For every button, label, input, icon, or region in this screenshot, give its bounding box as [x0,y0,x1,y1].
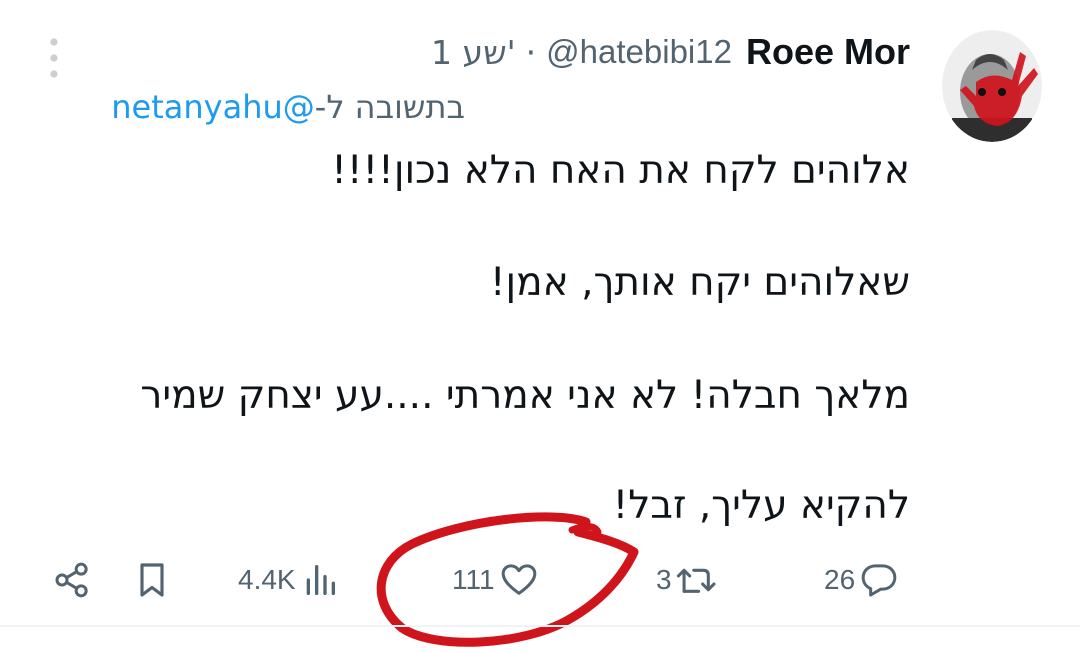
reply-mention[interactable]: @netanyahu [111,88,315,126]
views-count: 4.4K [238,564,296,595]
views-icon [306,565,335,595]
bookmark-button[interactable] [132,555,172,605]
tweet-text-line-4: להקיא עליך, זבל! [612,483,910,528]
retweet-icon [676,568,716,593]
replies-count: 26 [824,564,856,595]
retweet-button[interactable]: 3 [656,555,718,605]
tweet-text-line-1: אלוהים לקח את האח הלא נכון!!!! [331,148,910,193]
reply-prefix: בתשובה ל- [314,88,465,126]
likes-count: 111 [452,564,495,595]
heart-icon [501,564,536,595]
header-separator: · [525,32,537,72]
bookmark-icon [140,563,164,597]
avatar[interactable] [942,30,1042,142]
replying-to: בתשובה ל-@netanyahu [111,88,465,126]
tweet-text-line-3: מלאך חבלה! לא אני אמרתי ....עע יצחק שמיר [140,373,910,418]
avatar-image [942,30,1042,142]
reply-button[interactable]: 26 [824,555,899,605]
divider [0,625,1080,627]
author-handle[interactable]: @hatebibi12 [546,33,732,71]
author-name[interactable]: Roee Mor [746,31,910,73]
reply-icon [861,564,897,597]
more-icon[interactable] [44,36,64,80]
tweet-time[interactable]: 1 שע' [431,33,516,72]
tweet-text-line-2: שאלוהים יקח אותך, אמן! [489,260,910,305]
share-button[interactable] [52,555,92,605]
retweets-count: 3 [656,564,672,595]
like-button[interactable]: 111 [452,555,539,605]
views-button[interactable]: 4.4K [238,555,340,605]
share-icon [55,562,88,598]
action-bar: 4.4K 111 3 26 [0,555,1080,605]
tweet-header: 1 שע' · @hatebibi12 Roee Mor [431,28,910,76]
